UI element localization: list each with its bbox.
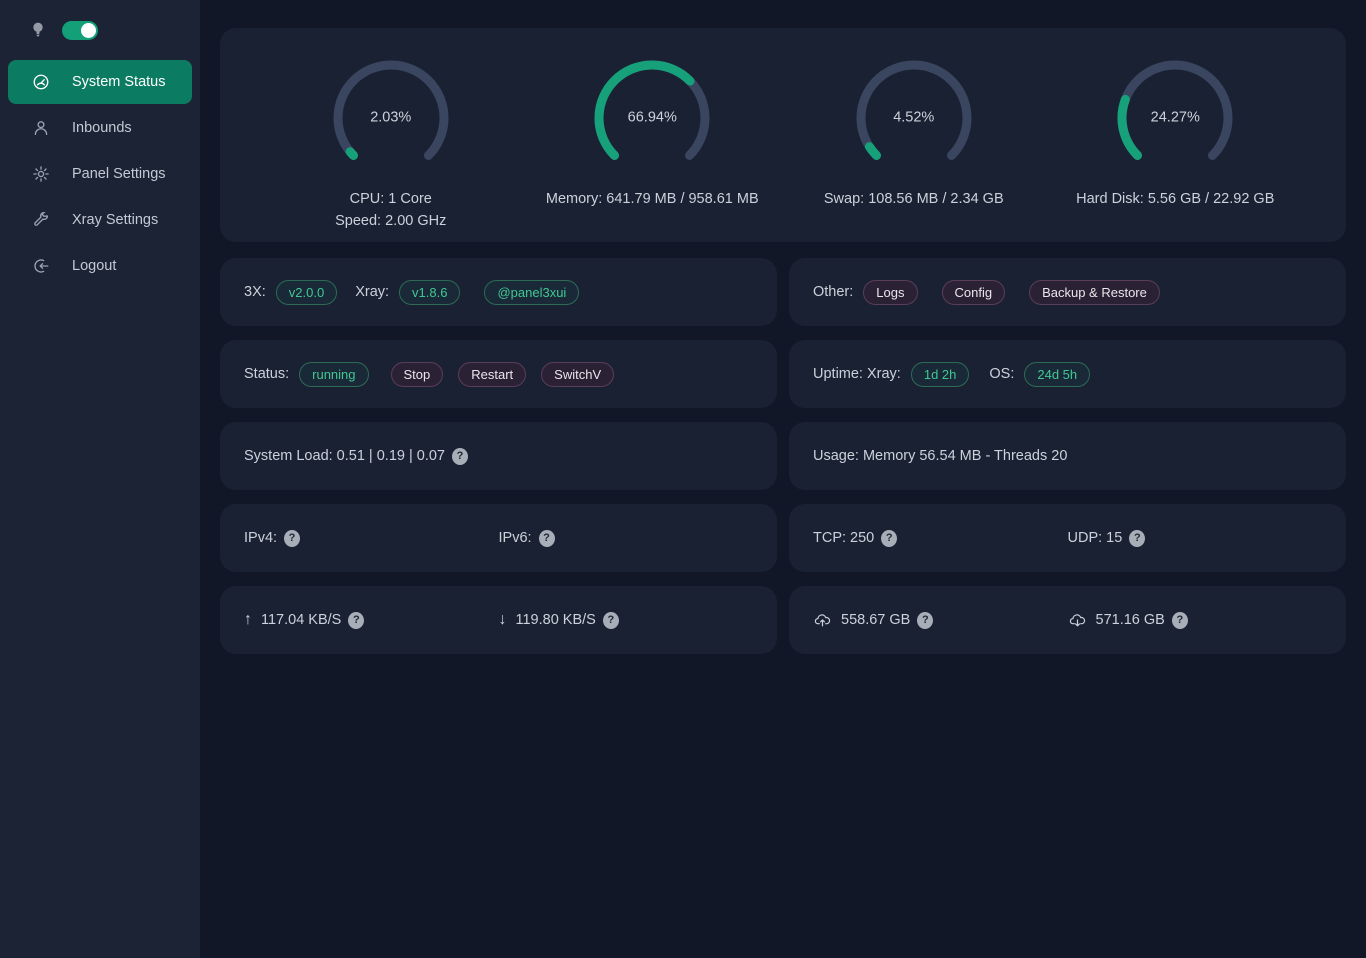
memory-gauge-label: Memory: 641.79 MB / 958.61 MB [546,189,759,211]
other-label: Other: [813,284,853,300]
logout-icon [32,257,50,275]
gauge-disk: 24.27% Hard Disk: 5.56 GB / 22.92 GB [1045,58,1307,242]
other-actions-card: Other: Logs Config Backup & Restore [789,258,1346,326]
xray-label: Xray: [355,284,389,300]
help-icon[interactable]: ? [603,612,619,629]
version-card: 3X: v2.0.0 Xray: v1.8.6 @panel3xui [220,258,777,326]
cpu-gauge-value: 2.03% [331,109,451,125]
os-uptime-badge: 24d 5h [1024,362,1090,387]
arrow-down-icon: ↓ [499,611,507,629]
xray-version-badge[interactable]: v1.8.6 [399,280,460,305]
backup-restore-button[interactable]: Backup & Restore [1029,280,1160,305]
tcp-section: TCP: 250 ? [813,530,1068,547]
memory-gauge-value: 66.94% [592,109,712,125]
sidebar-item-label: Inbounds [72,120,132,136]
gauge-swap: 4.52% Swap: 108.56 MB / 2.34 GB [783,58,1045,242]
received-traffic: 571.16 GB [1096,612,1165,628]
upload-speed: 117.04 KB/S [261,612,341,628]
network-speed-card: ↑ 117.04 KB/S ? ↓ 119.80 KB/S ? [220,586,777,654]
help-icon[interactable]: ? [539,530,555,547]
logs-button[interactable]: Logs [863,280,917,305]
tcp-count: TCP: 250 [813,530,874,546]
3x-version-badge[interactable]: v2.0.0 [276,280,337,305]
gear-icon [32,165,50,183]
disk-gauge-value: 24.27% [1115,109,1235,125]
uptime-card: Uptime: Xray: 1d 2h OS: 24d 5h [789,340,1346,408]
help-icon[interactable]: ? [452,448,468,465]
gauge-cpu: 2.03% CPU: 1 Core Speed: 2.00 GHz [260,58,522,242]
ipv4-label: IPv4: [244,530,277,546]
sidebar-menu: System Status Inbounds Panel Settings [0,60,200,288]
ipv6-section: IPv6: ? [499,530,754,547]
theme-row [0,0,200,54]
wrench-icon [32,211,50,229]
received-traffic-section: 571.16 GB ? [1068,612,1323,629]
cpu-gauge-label2: Speed: 2.00 GHz [335,211,446,233]
gauge-memory: 66.94% Memory: 641.79 MB / 958.61 MB [522,58,784,242]
user-icon [32,119,50,137]
xray-uptime-badge: 1d 2h [911,362,970,387]
udp-section: UDP: 15 ? [1068,530,1323,547]
usage-card: Usage: Memory 56.54 MB - Threads 20 [789,422,1346,490]
usage-text: Usage: Memory 56.54 MB - Threads 20 [813,448,1067,464]
sidebar-item-xray-settings[interactable]: Xray Settings [8,198,192,242]
upload-speed-section: ↑ 117.04 KB/S ? [244,611,499,629]
info-cards-grid: 3X: v2.0.0 Xray: v1.8.6 @panel3xui Other… [220,258,1346,654]
main-content: 2.03% CPU: 1 Core Speed: 2.00 GHz 66.94%… [200,0,1366,958]
config-button[interactable]: Config [942,280,1006,305]
dashboard-icon [32,73,50,91]
status-label: Status: [244,366,289,382]
total-traffic-card: 558.67 GB ? 571.16 GB ? [789,586,1346,654]
connections-card: TCP: 250 ? UDP: 15 ? [789,504,1346,572]
swap-gauge-value: 4.52% [854,109,974,125]
sidebar-item-label: Panel Settings [72,166,166,182]
cloud-download-icon [1068,612,1087,629]
disk-gauge-label: Hard Disk: 5.56 GB / 22.92 GB [1076,189,1274,211]
arrow-up-icon: ↑ [244,611,252,629]
app-root: System Status Inbounds Panel Settings [0,0,1366,958]
toggle-knob [81,23,96,38]
stop-button[interactable]: Stop [391,362,444,387]
help-icon[interactable]: ? [881,530,897,547]
ipv4-section: IPv4: ? [244,530,499,547]
switch-version-button[interactable]: SwitchV [541,362,614,387]
dark-mode-toggle[interactable] [62,21,98,40]
os-label: OS: [989,366,1014,382]
cloud-upload-icon [813,612,832,629]
sidebar-item-panel-settings[interactable]: Panel Settings [8,152,192,196]
help-icon[interactable]: ? [284,530,300,547]
help-icon[interactable]: ? [348,612,364,629]
system-gauges-card: 2.03% CPU: 1 Core Speed: 2.00 GHz 66.94%… [220,28,1346,242]
restart-button[interactable]: Restart [458,362,526,387]
ipv6-label: IPv6: [499,530,532,546]
sidebar: System Status Inbounds Panel Settings [0,0,200,958]
help-icon[interactable]: ? [1129,530,1145,547]
udp-count: UDP: 15 [1068,530,1123,546]
download-speed-section: ↓ 119.80 KB/S ? [499,611,754,629]
sidebar-item-inbounds[interactable]: Inbounds [8,106,192,150]
status-running-badge: running [299,362,368,387]
uptime-xray-label: Uptime: Xray: [813,366,901,382]
sidebar-item-system-status[interactable]: System Status [8,60,192,104]
ip-card: IPv4: ? IPv6: ? [220,504,777,572]
cpu-gauge-label: CPU: 1 Core [350,189,432,211]
sidebar-item-label: Logout [72,258,116,274]
sent-traffic-section: 558.67 GB ? [813,612,1068,629]
sent-traffic: 558.67 GB [841,612,910,628]
3x-label: 3X: [244,284,266,300]
telegram-badge[interactable]: @panel3xui [484,280,579,305]
help-icon[interactable]: ? [1172,612,1188,629]
xray-status-card: Status: running Stop Restart SwitchV [220,340,777,408]
swap-gauge-label: Swap: 108.56 MB / 2.34 GB [824,189,1004,211]
system-load-card: System Load: 0.51 | 0.19 | 0.07 ? [220,422,777,490]
lightbulb-icon [30,20,46,40]
sidebar-item-logout[interactable]: Logout [8,244,192,288]
sidebar-item-label: Xray Settings [72,212,158,228]
system-load-text: System Load: 0.51 | 0.19 | 0.07 [244,448,445,464]
download-speed: 119.80 KB/S [516,612,596,628]
sidebar-item-label: System Status [72,74,165,90]
help-icon[interactable]: ? [917,612,933,629]
